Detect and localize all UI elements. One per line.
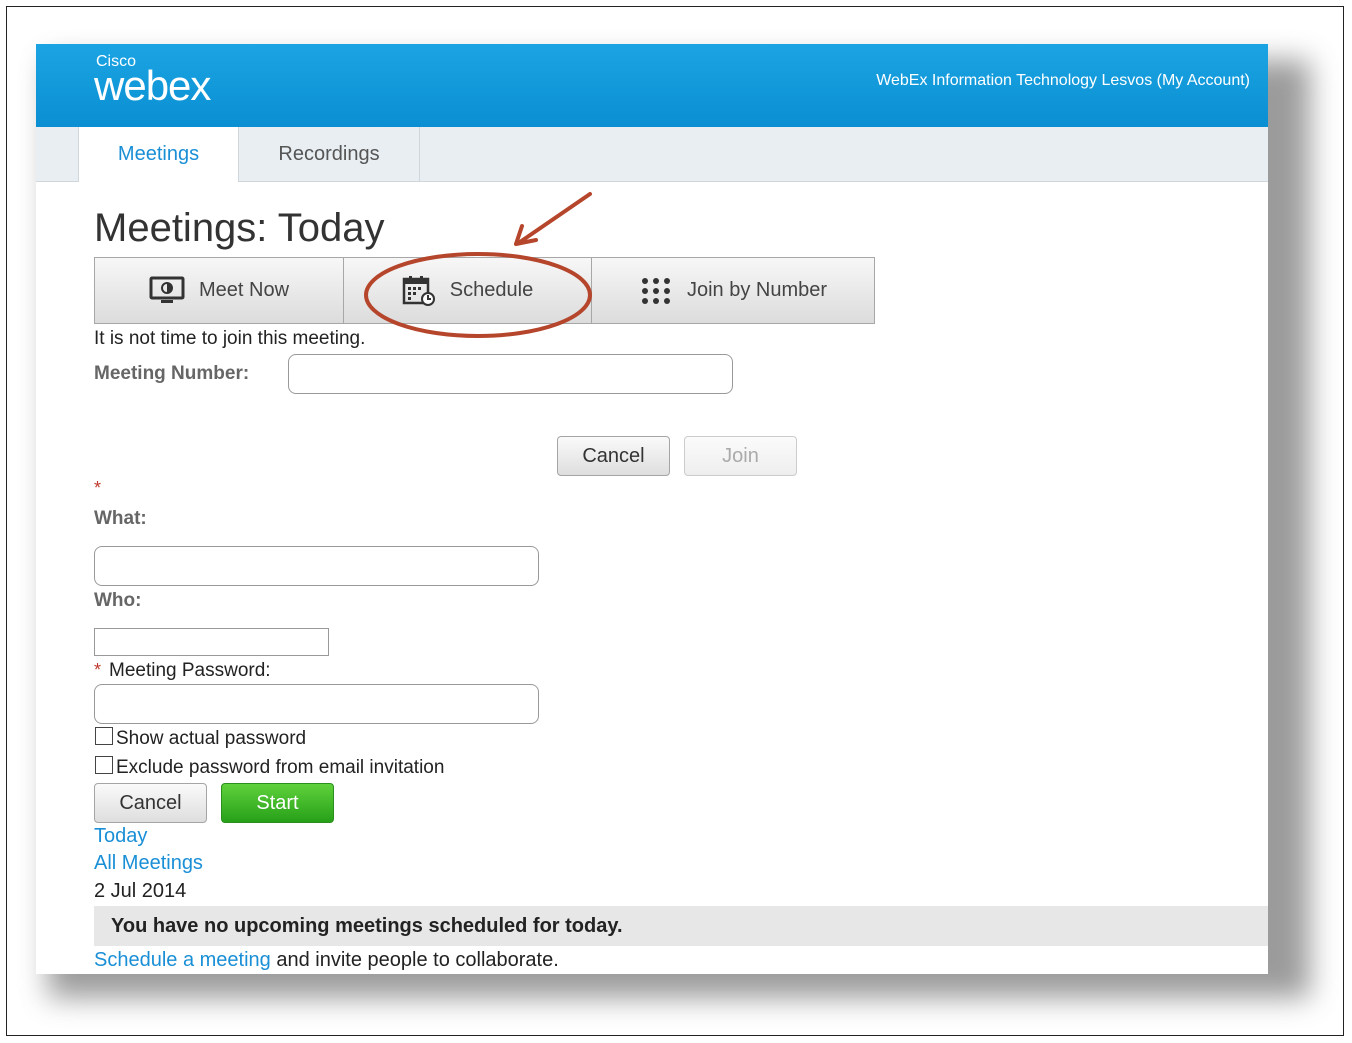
required-marker: * [94,478,102,498]
password-required-marker: * [94,660,102,680]
meet-now-button[interactable]: Meet Now [95,258,344,323]
join-cancel-button[interactable]: Cancel [557,436,670,476]
tab-recordings[interactable]: Recordings [239,127,420,181]
page-title: Meetings: Today [94,206,385,250]
today-link[interactable]: Today [94,825,147,848]
tab-meetings[interactable]: Meetings [78,127,239,182]
monitor-icon [149,276,185,303]
no-meetings-notice: You have no upcoming meetings scheduled … [94,906,1268,946]
join-button[interactable]: Join [684,436,797,476]
join-by-number-label: Join by Number [686,279,828,301]
schedule-label: Schedule [449,279,534,301]
meeting-number-input[interactable] [288,354,733,394]
schedule-button[interactable]: Schedule [344,258,592,323]
webex-window: Cisco webex WebEx Information Technology… [36,44,1268,974]
meeting-number-label: Meeting Number: [94,363,250,384]
schedule-meeting-link[interactable]: Schedule a meeting [94,949,271,971]
what-input[interactable] [94,546,539,586]
exclude-password-label: Exclude password from email invitation [116,757,445,778]
exclude-password-checkbox[interactable] [95,756,113,774]
what-label: What: [94,508,147,529]
meet-now-label: Meet Now [198,279,290,301]
footer-message: Schedule a meeting and invite people to … [94,949,559,972]
main-tabs: Meetings Recordings [36,127,1268,182]
join-status-message: It is not time to join this meeting. [94,328,366,349]
footer-rest-text: and invite people to collaborate. [270,949,559,971]
top-header: Cisco webex WebEx Information Technology… [36,44,1268,127]
webex-logo[interactable]: webex [94,62,211,110]
no-meetings-text: You have no upcoming meetings scheduled … [111,915,623,937]
all-meetings-link[interactable]: All Meetings [94,852,203,875]
current-date: 2 Jul 2014 [94,880,187,902]
meeting-actions-toolbar: Meet Now Schedule Join by Number [94,257,875,324]
show-password-checkbox[interactable] [95,727,113,745]
start-button[interactable]: Start [221,783,334,823]
join-by-number-button[interactable]: Join by Number [592,258,874,323]
keypad-icon [641,277,670,304]
show-password-label: Show actual password [116,728,307,749]
password-input[interactable] [94,684,539,724]
password-label: Meeting Password: [109,660,271,681]
start-cancel-button[interactable]: Cancel [94,783,207,823]
annotation-arrow [514,192,592,246]
who-label: Who: [94,590,142,611]
who-input[interactable] [94,628,329,656]
my-account-link[interactable]: WebEx Information Technology Lesvos (My … [876,72,1250,90]
calendar-icon [402,275,435,306]
